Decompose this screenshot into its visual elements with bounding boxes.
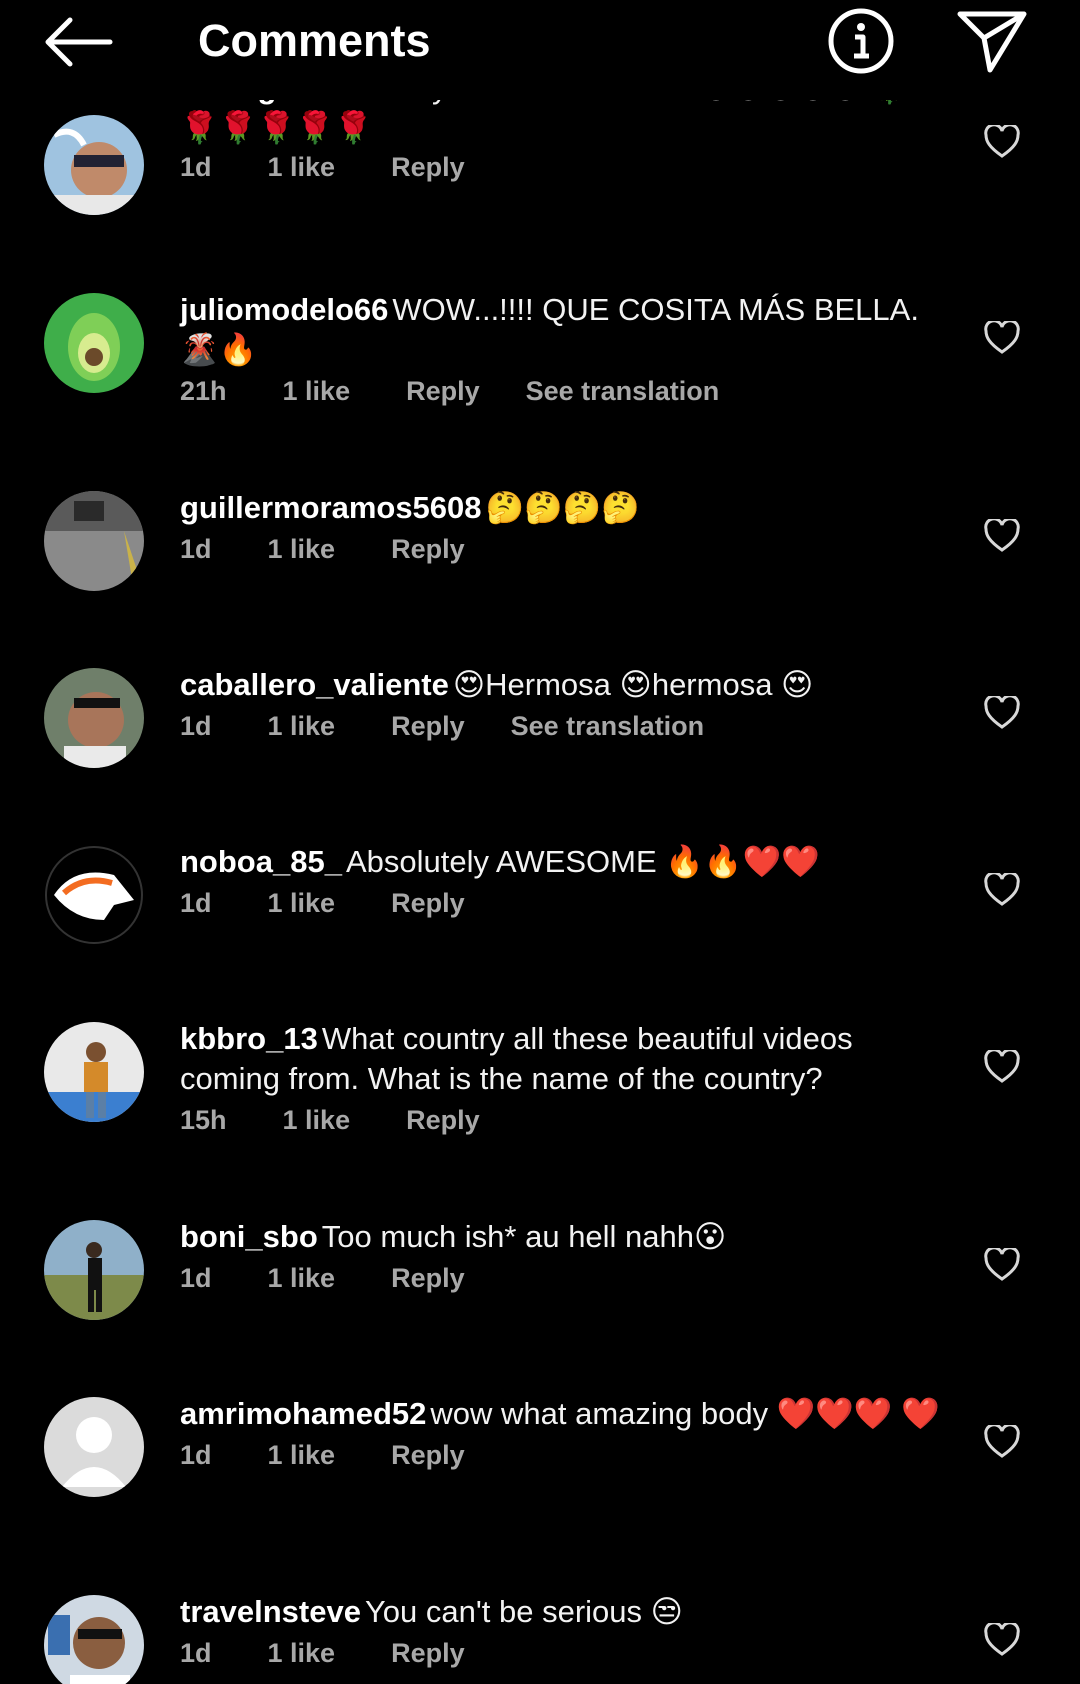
avatar[interactable]	[44, 668, 144, 768]
avatar[interactable]	[44, 115, 144, 215]
see-translation-button[interactable]: See translation	[526, 376, 720, 407]
comment-time: 1d	[180, 888, 212, 918]
comment-time: 21h	[180, 376, 227, 406]
avatar[interactable]	[44, 845, 144, 945]
comment-time: 1d	[180, 1638, 212, 1668]
comment-text: kbbro_13 What country all these beautiful…	[180, 1019, 940, 1099]
comment-likes[interactable]: 1 like	[283, 1105, 351, 1136]
reply-button[interactable]: Reply	[391, 1638, 465, 1669]
avatar[interactable]	[44, 1220, 144, 1320]
back-arrow-icon[interactable]	[40, 14, 116, 70]
heart-outline-icon[interactable]	[984, 873, 1020, 907]
reply-button[interactable]: Reply	[391, 711, 465, 742]
comment-body: Absolutely AWESOME 🔥🔥❤️❤️	[345, 844, 820, 879]
heart-outline-icon[interactable]	[984, 1623, 1020, 1657]
heart-outline-icon[interactable]	[984, 125, 1020, 159]
comment-username[interactable]: guillermoramos5608	[180, 490, 482, 525]
comment-body: You can't be serious 😒	[364, 1594, 683, 1629]
comment-body: wow what amazing body ❤️❤️❤️ ❤️	[430, 1396, 940, 1431]
heart-outline-icon[interactable]	[984, 1248, 1020, 1282]
comment-likes[interactable]: 1 like	[268, 152, 336, 183]
comment-text: travelnsteve You can't be serious 😒	[180, 1592, 940, 1632]
comment-likes[interactable]: 1 like	[268, 888, 336, 919]
heart-outline-icon[interactable]	[984, 321, 1020, 355]
comment-username[interactable]: juliomodelo66	[180, 292, 388, 327]
avatar[interactable]	[44, 293, 144, 393]
comment-body: Too much ish* au hell nahh😮	[321, 1219, 727, 1254]
heart-outline-icon[interactable]	[984, 1425, 1020, 1459]
comment-text: guillermoramos5608 🤔🤔🤔🤔	[180, 488, 940, 528]
info-icon[interactable]	[826, 6, 896, 76]
comments-list[interactable]: theorgieblancomy heart can't take it 😍😍😍…	[0, 0, 1080, 1684]
comment-username[interactable]: amrimohamed52	[180, 1396, 426, 1431]
comment-body: 😍Hermosa 😍hermosa 😍	[452, 667, 814, 702]
heart-outline-icon[interactable]	[984, 1050, 1020, 1084]
comment-text: juliomodelo66 WOW...!!!! QUE COSITA MÁS B…	[180, 290, 940, 370]
comment-likes[interactable]: 1 like	[283, 376, 351, 407]
comment-time: 15h	[180, 1105, 227, 1135]
comment-username[interactable]: boni_sbo	[180, 1219, 318, 1254]
comment-text: boni_sbo Too much ish* au hell nahh😮	[180, 1217, 940, 1257]
comment-likes[interactable]: 1 like	[268, 1638, 336, 1669]
comment-username[interactable]: travelnsteve	[180, 1594, 361, 1629]
comment-username[interactable]: noboa_85_	[180, 844, 342, 879]
heart-outline-icon[interactable]	[984, 696, 1020, 730]
see-translation-button[interactable]: See translation	[511, 711, 705, 742]
page-title: Comments	[198, 15, 431, 66]
reply-button[interactable]: Reply	[391, 888, 465, 919]
comment-text: amrimohamed52 wow what amazing body ❤️❤️❤…	[180, 1394, 940, 1434]
comment-body: 🤔🤔🤔🤔	[485, 490, 640, 525]
avatar[interactable]	[44, 1397, 144, 1497]
comment-likes[interactable]: 1 like	[268, 1440, 336, 1471]
reply-button[interactable]: Reply	[391, 1263, 465, 1294]
avatar[interactable]	[44, 491, 144, 591]
comment-text: caballero_valiente 😍Hermosa 😍hermosa 😍	[180, 665, 940, 705]
comment-time: 1d	[180, 1440, 212, 1470]
reply-button[interactable]: Reply	[391, 1440, 465, 1471]
reply-button[interactable]: Reply	[406, 1105, 480, 1136]
comment-time: 1d	[180, 1263, 212, 1293]
comment-likes[interactable]: 1 like	[268, 534, 336, 565]
reply-button[interactable]: Reply	[391, 152, 465, 183]
comment-text: noboa_85_ Absolutely AWESOME 🔥🔥❤️❤️	[180, 842, 940, 882]
comment-likes[interactable]: 1 like	[268, 711, 336, 742]
comment-likes[interactable]: 1 like	[268, 1263, 336, 1294]
reply-button[interactable]: Reply	[391, 534, 465, 565]
heart-outline-icon[interactable]	[984, 519, 1020, 553]
reply-button[interactable]: Reply	[406, 376, 480, 407]
comment-username[interactable]: kbbro_13	[180, 1021, 318, 1056]
comment-username[interactable]: caballero_valiente	[180, 667, 449, 702]
comment-time: 1d	[180, 534, 212, 564]
avatar[interactable]	[44, 1022, 144, 1122]
comment-time: 1d	[180, 711, 212, 741]
top-bar: Comments	[0, 0, 1080, 100]
comment-time: 1d	[180, 152, 212, 182]
send-icon[interactable]	[954, 6, 1030, 76]
avatar[interactable]	[44, 1595, 144, 1684]
